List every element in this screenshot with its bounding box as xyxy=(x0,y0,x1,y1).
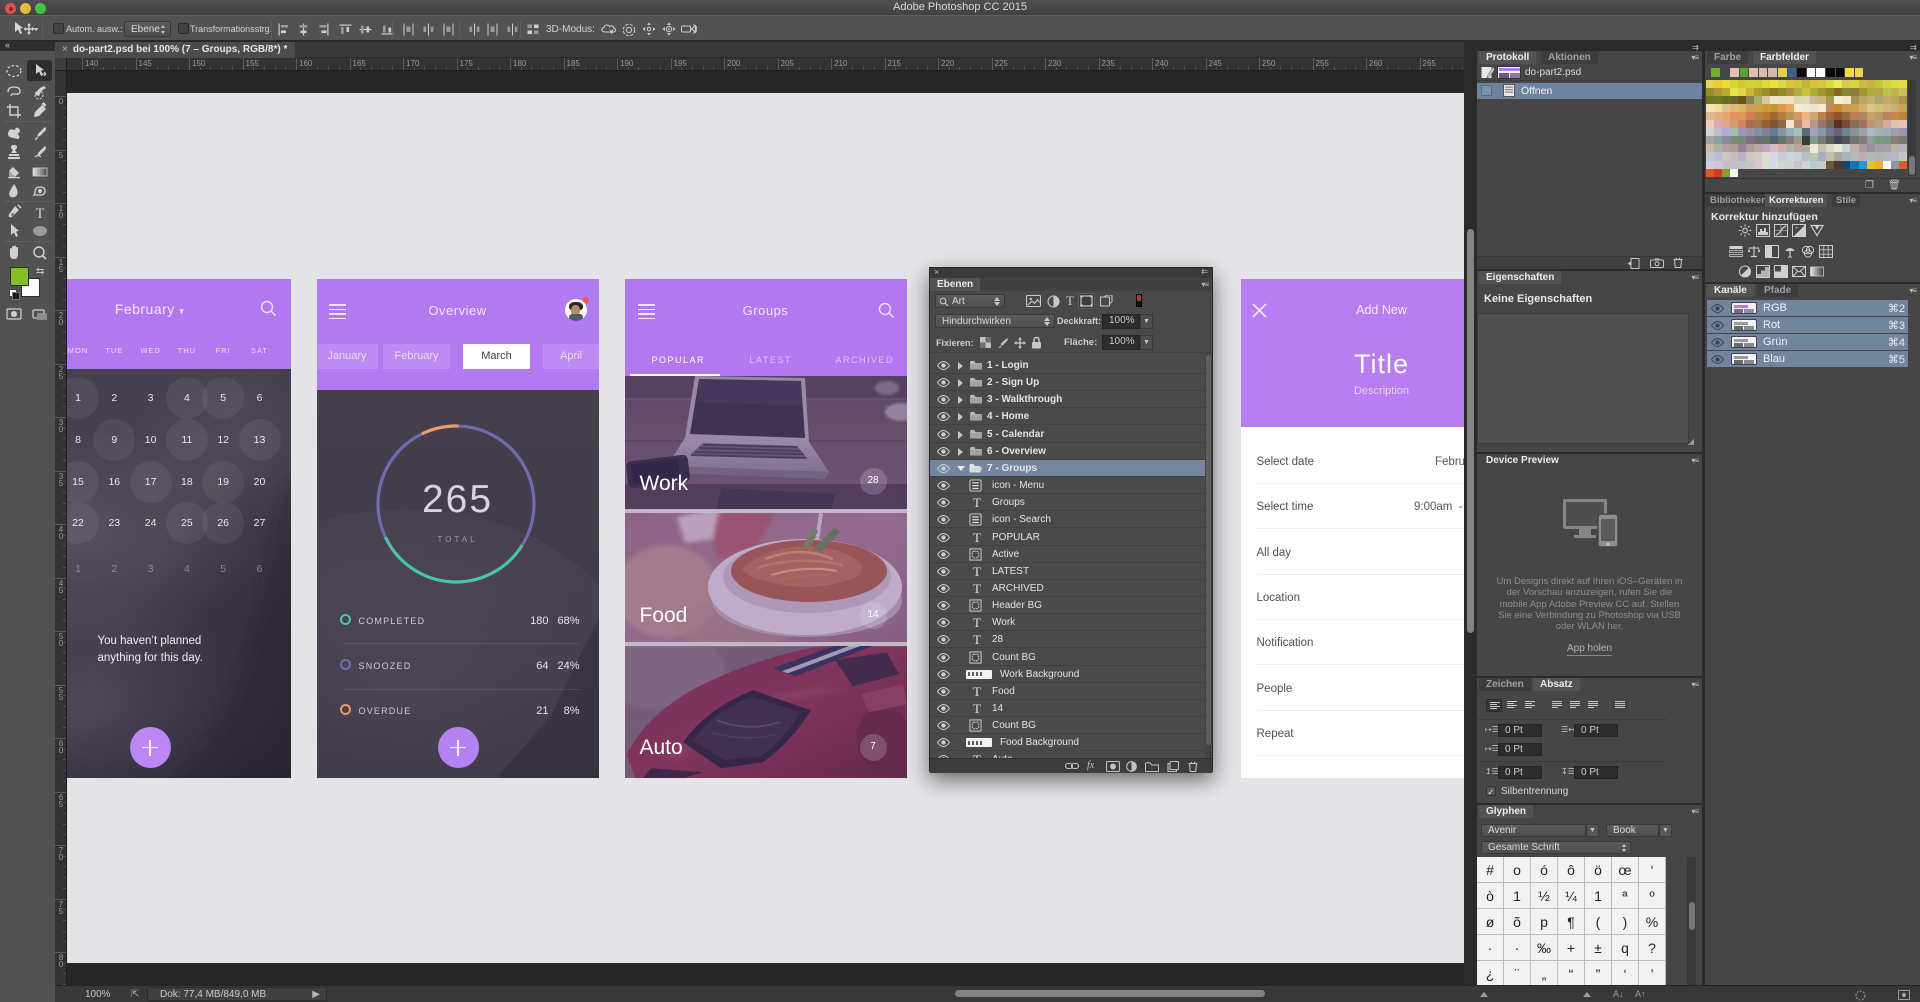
svg-text:+: + xyxy=(1795,226,1799,232)
svg-text:T: T xyxy=(35,206,44,222)
